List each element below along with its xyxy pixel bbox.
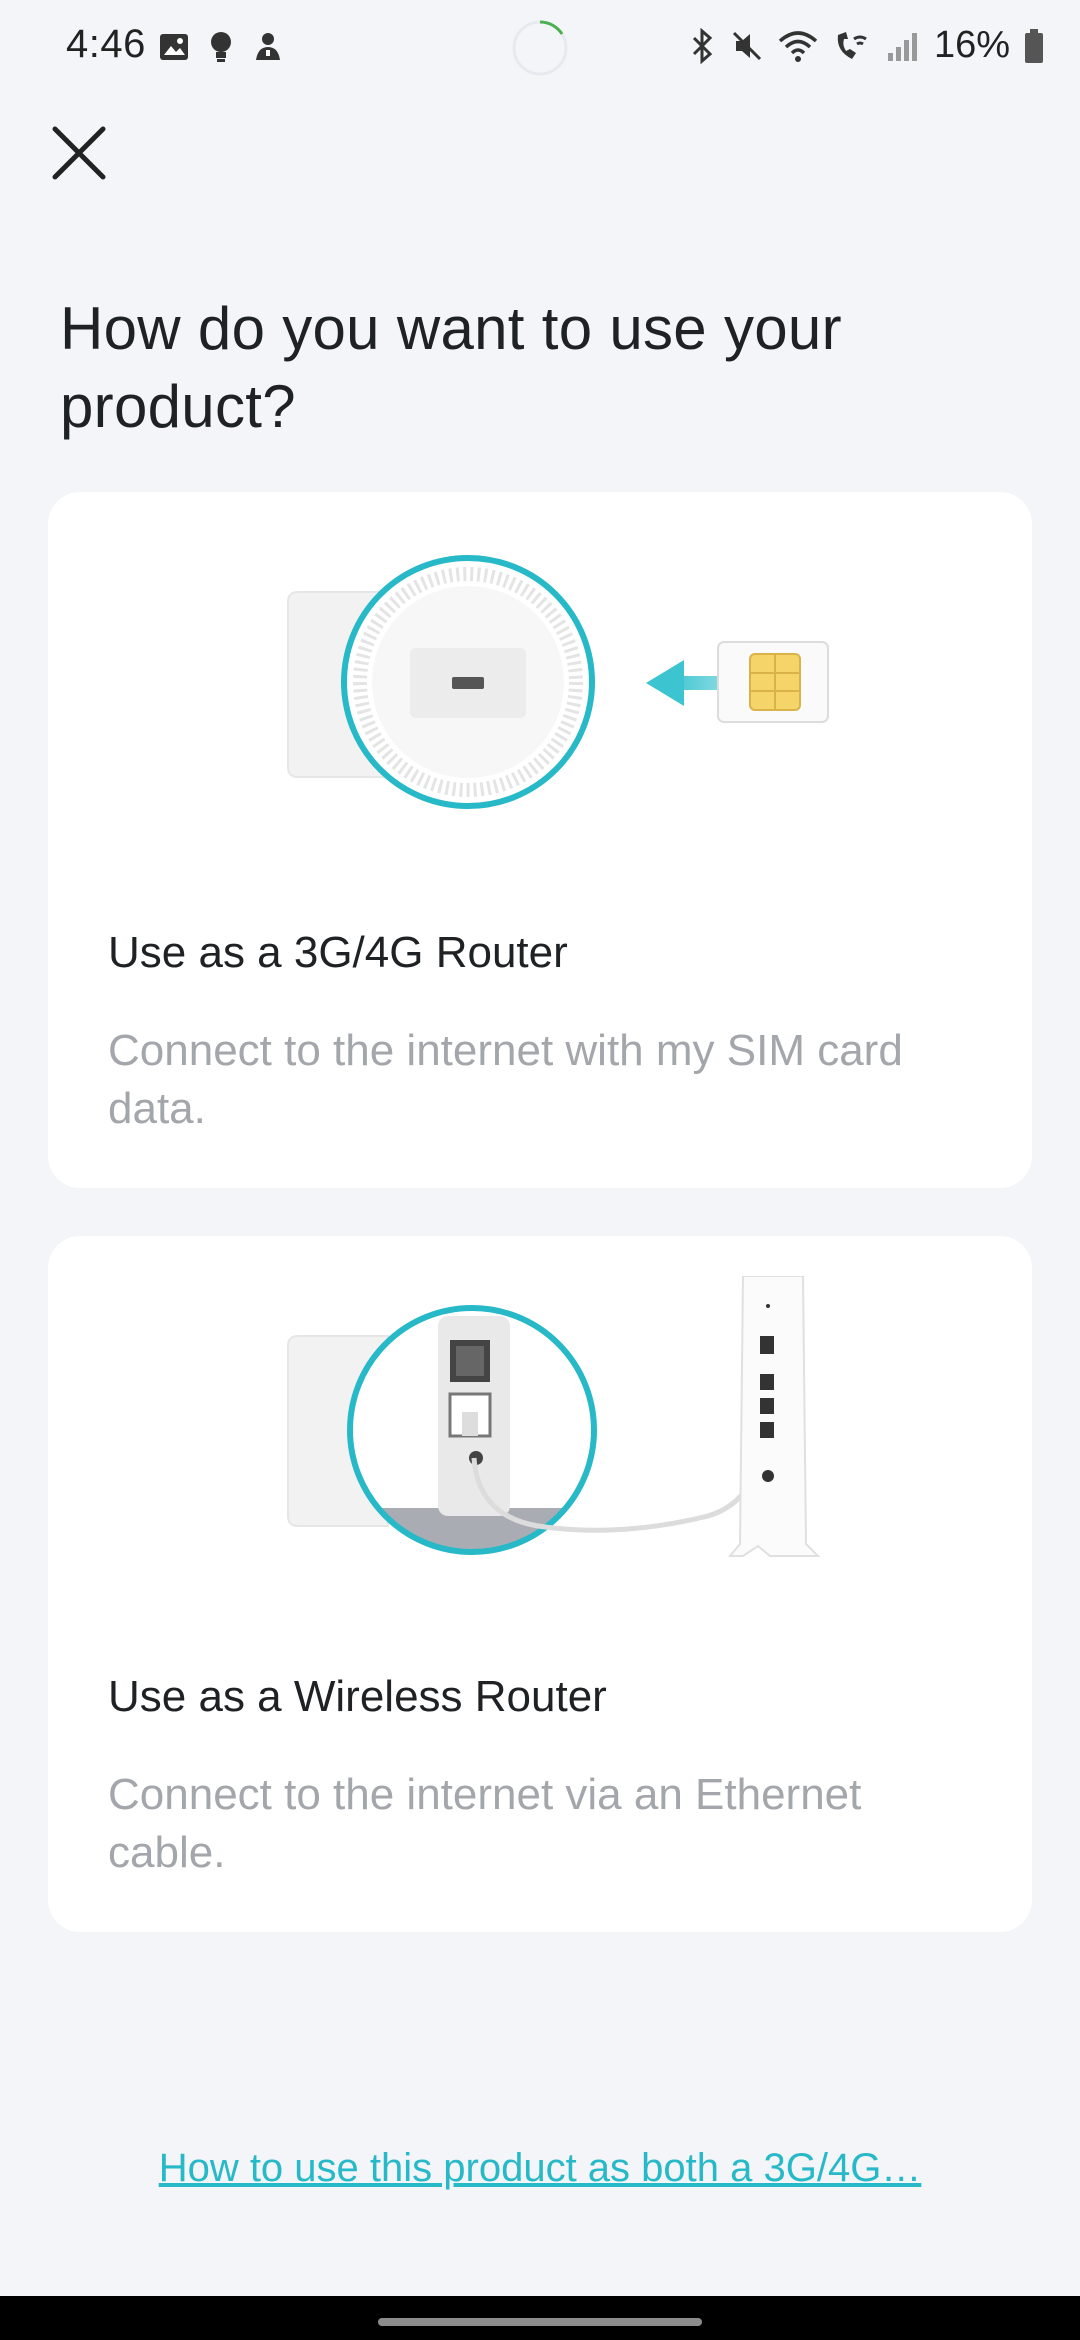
battery-percent: 16% [933,24,1010,66]
status-time: 4:46 [66,22,146,66]
option-title: Use as a Wireless Router [108,1672,607,1721]
bluetooth-icon [692,27,713,64]
navigation-bar [0,2296,1080,2340]
signal-icon [887,32,917,61]
option-description: Connect to the internet via an Ethernet … [108,1770,862,1877]
status-bar: 4:46 16% [0,0,1080,96]
home-gesture-handle[interactable] [378,2318,702,2326]
system-icons: 16% [688,24,1044,67]
bulb-icon [211,32,231,62]
close-icon [52,126,106,180]
ethernet-cable-illustration [287,1276,821,1557]
loading-spinner-icon [512,20,568,76]
option-card-wireless-router[interactable]: Use as a Wireless Router Connect to the … [48,1236,1032,1932]
close-button[interactable] [44,118,114,188]
sim-card-insert-illustration [287,555,829,809]
wifi-calling-icon [837,31,867,59]
mute-icon [732,31,761,60]
option-card-3g4g-router[interactable]: Use as a 3G/4G Router Connect to the int… [48,492,1032,1188]
wifi-icon [778,30,818,62]
user-alert-icon [256,33,280,60]
gallery-icon [160,34,188,60]
option-description: Connect to the internet with my SIM card… [108,1026,903,1133]
battery-icon [1025,28,1043,63]
page-title: How do you want to use your product? [60,295,842,440]
help-link[interactable]: How to use this product as both a 3G/4G… [0,2146,1080,2191]
notification-icons [158,30,284,64]
option-title: Use as a 3G/4G Router [108,928,568,977]
